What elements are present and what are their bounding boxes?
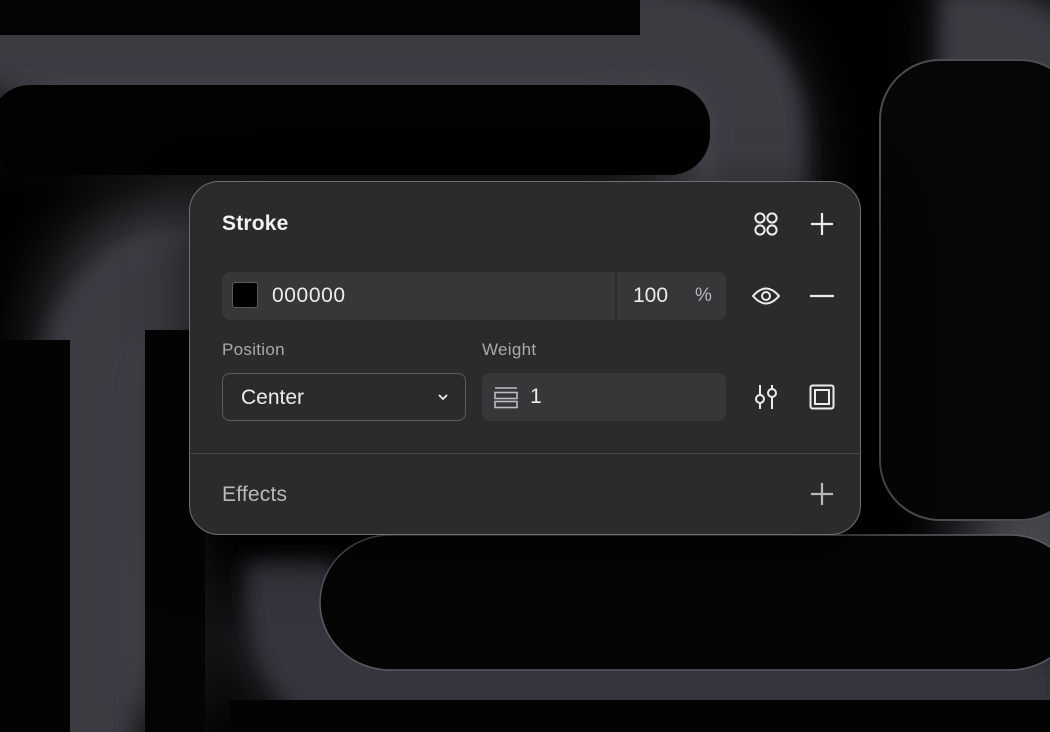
add-stroke-button[interactable] — [804, 206, 840, 242]
chevron-down-icon — [438, 394, 448, 401]
stroke-weight-icon[interactable] — [494, 385, 518, 409]
canvas-background: Stroke 000000 100 % Position Weight Cent… — [0, 0, 1050, 732]
square-frame-icon — [809, 384, 835, 410]
opacity-input[interactable]: 100 — [633, 284, 668, 308]
sliders-icon — [755, 385, 777, 409]
color-hex-input[interactable]: 000000 — [272, 284, 346, 308]
plus-icon — [811, 213, 833, 235]
add-effect-button[interactable] — [804, 476, 840, 512]
position-select[interactable]: Center — [222, 373, 466, 421]
weight-input[interactable]: 1 — [530, 385, 542, 409]
plus-icon — [811, 483, 833, 505]
position-label: Position — [222, 340, 285, 359]
stroke-properties-panel: Stroke 000000 100 % Position Weight Cent… — [189, 181, 861, 535]
color-swatch[interactable] — [232, 282, 258, 308]
minus-icon — [810, 294, 834, 298]
effects-section-title: Effects — [222, 483, 288, 506]
eye-icon — [751, 287, 781, 305]
remove-stroke-button[interactable] — [804, 278, 840, 314]
advanced-stroke-button[interactable] — [748, 379, 784, 415]
stroke-color-field[interactable]: 000000 100 % — [222, 272, 726, 320]
stroke-styles-button[interactable] — [748, 206, 784, 242]
position-select-value: Center — [241, 386, 305, 409]
opacity-unit: % — [695, 285, 712, 306]
field-divider — [615, 272, 617, 320]
four-dots-icon — [754, 212, 778, 236]
toggle-visibility-button[interactable] — [748, 278, 784, 314]
stroke-sides-button[interactable] — [804, 379, 840, 415]
weight-input-field[interactable]: 1 — [482, 373, 726, 421]
weight-label: Weight — [482, 340, 537, 359]
section-divider — [190, 453, 860, 454]
stroke-section-title: Stroke — [222, 212, 289, 235]
